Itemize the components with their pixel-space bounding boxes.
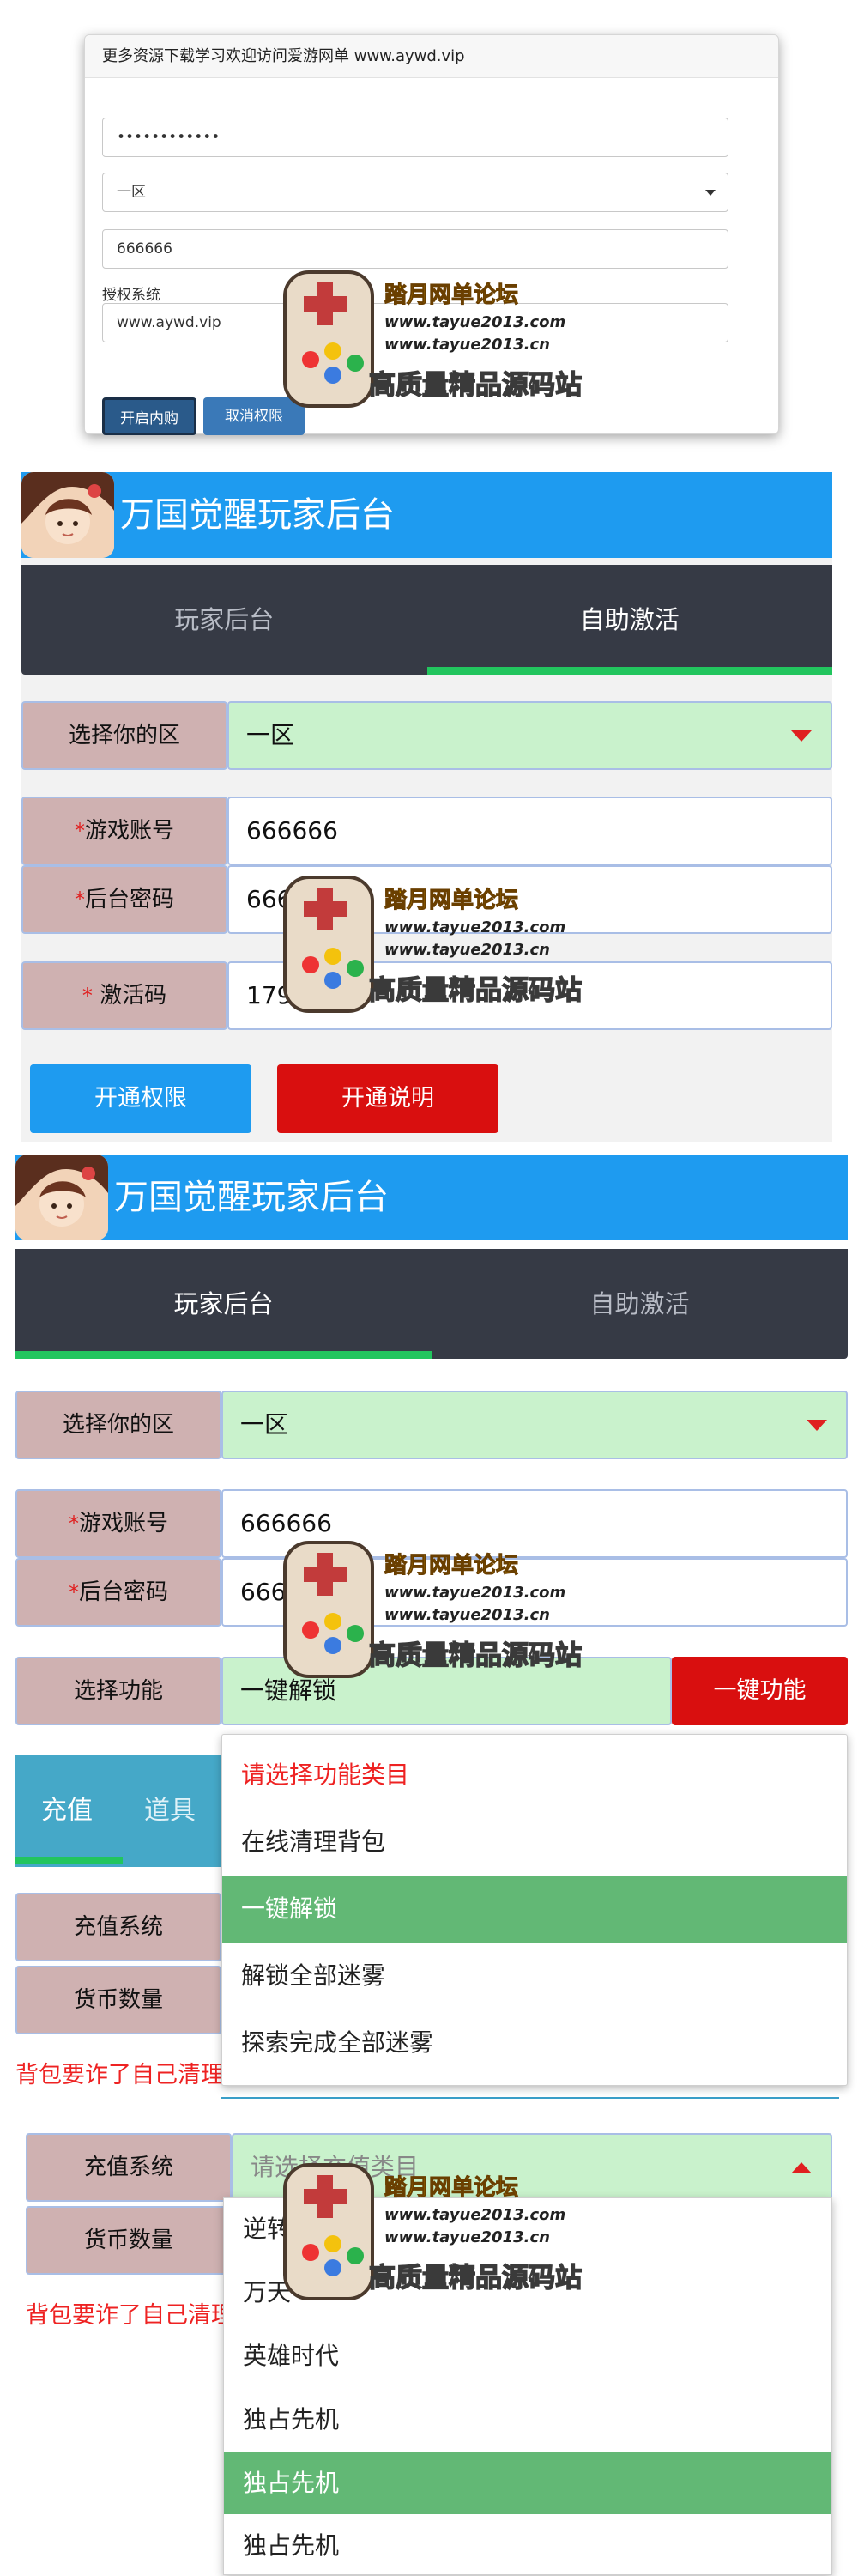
watermark-title: 踏月网单论坛: [384, 282, 519, 309]
watermark-slogan: 高质量精品源码站: [368, 974, 583, 1007]
password-label-text: 后台密码: [84, 887, 174, 912]
tab-self-activate[interactable]: 自助激活: [432, 1249, 848, 1359]
required-star: *: [82, 984, 93, 1008]
dropdown-option[interactable]: 解锁全部迷雾: [222, 1943, 847, 2009]
app-header: 万国觉醒玩家后台: [15, 1155, 848, 1240]
open-permission-button[interactable]: 开通权限: [30, 1064, 251, 1133]
watermark-slogan: 高质量精品源码站: [368, 369, 583, 402]
gamepad-icon: [283, 270, 374, 408]
function-dropdown: 请选择功能类目 在线清理背包 一键解锁 解锁全部迷雾 探索完成全部迷雾: [221, 1734, 848, 2086]
server-select-value: 一区: [117, 184, 146, 201]
watermark-url: www.tayue2013.cn: [384, 336, 550, 354]
server-select-value: 一区: [240, 1410, 289, 1439]
watermark-url: www.tayue2013.com: [384, 918, 566, 936]
activation-panel: 万国觉醒玩家后台 玩家后台 自助激活 选择你的区 一区 *游戏账号 666666…: [21, 472, 832, 1142]
server-select[interactable]: 一区: [227, 701, 832, 770]
tab-bar: 玩家后台 自助激活: [15, 1249, 848, 1359]
password-field[interactable]: ••••••••••••: [102, 118, 728, 157]
page-title: 万国觉醒玩家后台: [114, 1178, 389, 1217]
active-tab-indicator: [427, 667, 832, 675]
account-label-text: 游戏账号: [78, 1511, 168, 1537]
tab-player-admin[interactable]: 玩家后台: [21, 565, 427, 675]
watermark-title: 踏月网单论坛: [384, 888, 519, 914]
password-label: *后台密码: [15, 1558, 221, 1627]
required-star: *: [68, 1512, 79, 1536]
dropdown-option[interactable]: 在线清理背包: [222, 1809, 847, 1876]
watermark-title: 踏月网单论坛: [384, 2175, 519, 2202]
app-header: 万国觉醒玩家后台: [21, 472, 832, 558]
code-label-text: 激活码: [100, 983, 167, 1009]
login-card-header: 更多资源下载学习欢迎访问爱游网单 www.aywd.vip: [85, 35, 778, 78]
watermark: 踏月网单论坛 www.tayue2013.com www.tayue2013.c…: [283, 270, 609, 408]
password-label-text: 后台密码: [78, 1579, 168, 1605]
tab-self-activate[interactable]: 自助激活: [427, 565, 833, 675]
tab-bar: 玩家后台 自助激活: [21, 565, 832, 675]
gamepad-icon: [283, 2163, 374, 2300]
watermark-url: www.tayue2013.cn: [384, 1606, 550, 1624]
avatar: [21, 472, 114, 558]
password-label: *后台密码: [21, 865, 227, 934]
currency-label: 货币数量: [26, 2206, 232, 2275]
server-label: 选择你的区: [21, 701, 227, 770]
chevron-down-icon: [705, 190, 716, 196]
dropdown-option-selected[interactable]: 一键解锁: [222, 1876, 847, 1943]
auth-label: 授权系统: [102, 287, 160, 304]
caret-up-icon: [791, 2162, 812, 2173]
required-star: *: [74, 888, 85, 912]
watermark-url: www.tayue2013.com: [384, 2206, 566, 2224]
subtab-bar: 充值 道具: [15, 1755, 221, 1867]
account-label-text: 游戏账号: [84, 818, 174, 844]
server-select[interactable]: 一区: [102, 173, 728, 212]
open-info-button[interactable]: 开通说明: [277, 1064, 498, 1133]
watermark: 踏月网单论坛 www.tayue2013.com www.tayue2013.c…: [283, 1541, 609, 1678]
dropdown-option[interactable]: 独占先机: [224, 2516, 831, 2576]
dropdown-option[interactable]: 请选择功能类目: [222, 1742, 847, 1809]
open-purchase-button[interactable]: 开启内购: [102, 397, 196, 435]
function-label: 选择功能: [15, 1657, 221, 1725]
watermark-url: www.tayue2013.com: [384, 1584, 566, 1602]
code-label: * 激活码: [21, 961, 227, 1030]
subtab-items[interactable]: 道具: [118, 1755, 221, 1867]
account-label: *游戏账号: [15, 1489, 221, 1558]
watermark-url: www.tayue2013.cn: [384, 2228, 550, 2246]
required-star: *: [68, 1580, 79, 1604]
caret-down-icon: [791, 730, 812, 742]
watermark-title: 踏月网单论坛: [384, 1553, 519, 1579]
caret-down-icon: [807, 1420, 827, 1431]
tab-player-admin[interactable]: 玩家后台: [15, 1249, 432, 1359]
avatar: [15, 1155, 108, 1240]
subtab-recharge[interactable]: 充值: [15, 1755, 118, 1867]
account-label: *游戏账号: [21, 797, 227, 865]
server-label: 选择你的区: [15, 1391, 221, 1459]
server-row: 选择你的区 一区: [15, 1391, 848, 1459]
recharge-label: 充值系统: [26, 2133, 232, 2202]
dropdown-option[interactable]: 探索完成全部迷雾: [222, 2009, 847, 2076]
recharge-label: 充值系统: [15, 1893, 221, 1961]
account-row: *游戏账号 666666: [21, 797, 832, 865]
divider: [221, 2097, 839, 2099]
gamepad-icon: [283, 876, 374, 1013]
watermark: 踏月网单论坛 www.tayue2013.com www.tayue2013.c…: [283, 876, 609, 1013]
currency-label: 货币数量: [15, 1966, 221, 2034]
gamepad-icon: [283, 1541, 374, 1678]
subtab-indicator: [15, 1857, 123, 1864]
dropdown-option-selected[interactable]: 独占先机: [224, 2452, 831, 2514]
dropdown-option[interactable]: 英雄时代: [224, 2325, 831, 2387]
one-click-function-button[interactable]: 一键功能: [672, 1657, 848, 1725]
required-star: *: [74, 819, 85, 843]
active-tab-indicator: [15, 1351, 432, 1359]
dropdown-option[interactable]: 独占先机: [224, 2389, 831, 2451]
page-title: 万国觉醒玩家后台: [120, 495, 395, 535]
account-field[interactable]: 666666: [102, 229, 728, 269]
watermark-slogan: 高质量精品源码站: [368, 2262, 583, 2294]
watermark-url: www.tayue2013.cn: [384, 941, 550, 959]
server-row: 选择你的区 一区: [21, 701, 832, 770]
watermark-url: www.tayue2013.com: [384, 313, 566, 331]
account-input[interactable]: 666666: [227, 797, 832, 865]
watermark: 踏月网单论坛 www.tayue2013.com www.tayue2013.c…: [283, 2163, 609, 2300]
server-select[interactable]: 一区: [221, 1391, 848, 1459]
server-select-value: 一区: [246, 721, 295, 749]
watermark-slogan: 高质量精品源码站: [368, 1640, 583, 1672]
